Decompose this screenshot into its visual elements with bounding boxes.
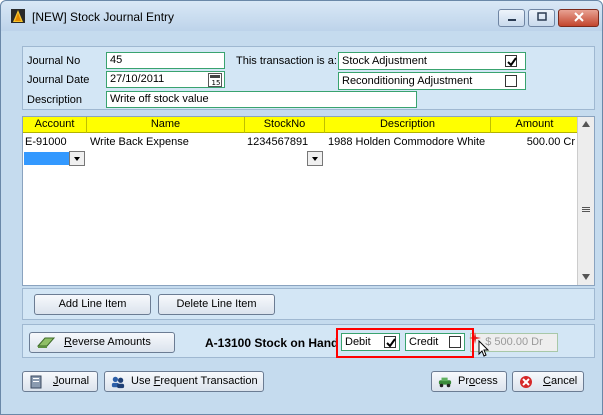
people-icon [111,376,125,389]
process-car-icon [438,377,452,388]
frequent-label-pre: Use [131,375,154,387]
journal-label: ournal [58,375,90,387]
reconditioning-option[interactable]: Reconditioning Adjustment [338,72,526,90]
cancel-icon [520,376,532,388]
maximize-button[interactable] [528,9,555,27]
journal-date-label: Journal Date [27,74,90,86]
grid-header: Account Name StockNo Description Amount [23,117,578,133]
minimize-button[interactable] [498,9,525,27]
delete-line-item-button[interactable]: Delete Line Item [158,294,275,315]
svg-text:15: 15 [212,79,221,86]
reconditioning-checkbox[interactable] [505,75,517,87]
window-title: [NEW] Stock Journal Entry [32,10,175,24]
reverse-amounts-button[interactable]: Reverse Amounts [29,332,175,353]
window-body: Journal No 45 Journal Date 27/10/2011 15… [9,41,596,409]
scroll-down-icon[interactable] [582,274,590,280]
cancel-label-rest: ancel [550,375,578,387]
cell-description[interactable]: 1988 Holden Commodore White [328,134,485,150]
stock-adjustment-checkbox[interactable] [505,55,517,67]
journal-lines-grid[interactable]: Account Name StockNo Description Amount … [22,116,595,286]
col-header-account[interactable]: Account [23,117,87,133]
col-header-name[interactable]: Name [87,117,245,133]
cell-amount[interactable]: 500.00 Cr [491,134,575,150]
app-logo-icon [11,9,25,23]
frequent-label-rest: requent Transaction [160,375,258,387]
account-selector-active[interactable] [24,152,69,165]
description-input[interactable]: Write off stock value [106,91,417,108]
maximize-icon [536,12,547,21]
col-header-amount[interactable]: Amount [491,117,578,133]
table-row-new[interactable] [23,151,578,167]
journal-header-panel: Journal No 45 Journal Date 27/10/2011 15… [22,46,595,110]
posting-panel: Reverse Amounts A-13100 Stock on Hand De… [22,324,595,358]
add-line-item-button[interactable]: Add Line Item [34,294,151,315]
process-label-rest: cess [475,375,498,387]
cell-account[interactable]: E-91000 [25,134,67,150]
journal-icon [30,375,42,389]
stock-adjustment-label: Stock Adjustment [342,55,427,67]
reconditioning-label: Reconditioning Adjustment [342,75,473,87]
stock-adjustment-option[interactable]: Stock Adjustment [338,52,526,70]
process-button[interactable]: Process [431,371,507,392]
reverse-mnemonic: R [64,336,72,348]
cancel-button[interactable]: Cancel [512,371,584,392]
cancel-mnemonic: C [543,375,551,387]
transaction-type-label: This transaction is a: [236,55,337,67]
table-row[interactable]: E-91000 Write Back Expense 1234567891 19… [23,134,578,150]
calendar-icon[interactable]: 15 [208,73,222,87]
scroll-thumb-grip-icon[interactable] [582,207,590,213]
close-icon [573,12,584,22]
journal-no-label: Journal No [27,55,81,67]
process-label-pre: Pr [458,375,469,387]
minimize-icon [507,19,516,21]
col-header-description[interactable]: Description [325,117,491,133]
grid-vertical-scrollbar[interactable] [577,117,594,285]
close-button[interactable] [558,9,599,27]
checkmark-icon [507,57,517,67]
title-bar[interactable]: [NEW] Stock Journal Entry [1,1,602,31]
cell-name[interactable]: Write Back Expense [90,134,189,150]
scroll-up-icon[interactable] [582,121,590,127]
eraser-icon [36,337,56,348]
account-dropdown-button[interactable] [69,151,85,166]
col-header-stockno[interactable]: StockNo [245,117,325,133]
cell-stockno[interactable]: 1234567891 [247,134,308,150]
mouse-pointer-icon [478,340,490,357]
use-frequent-transaction-button[interactable]: Use Frequent Transaction [104,371,264,392]
description-label: Description [27,94,83,106]
reverse-label: everse Amounts [71,336,151,348]
line-item-actions: Add Line Item Delete Line Item [22,288,595,320]
journal-button[interactable]: Journal [22,371,98,392]
stockno-dropdown-button[interactable] [307,151,323,166]
stock-on-hand-label: A-13100 Stock on Hand [205,336,339,350]
journal-no-input[interactable]: 45 [106,52,225,69]
debit-credit-highlight-box [336,328,474,358]
stock-journal-window: [NEW] Stock Journal Entry Journal No 45 … [0,0,603,415]
